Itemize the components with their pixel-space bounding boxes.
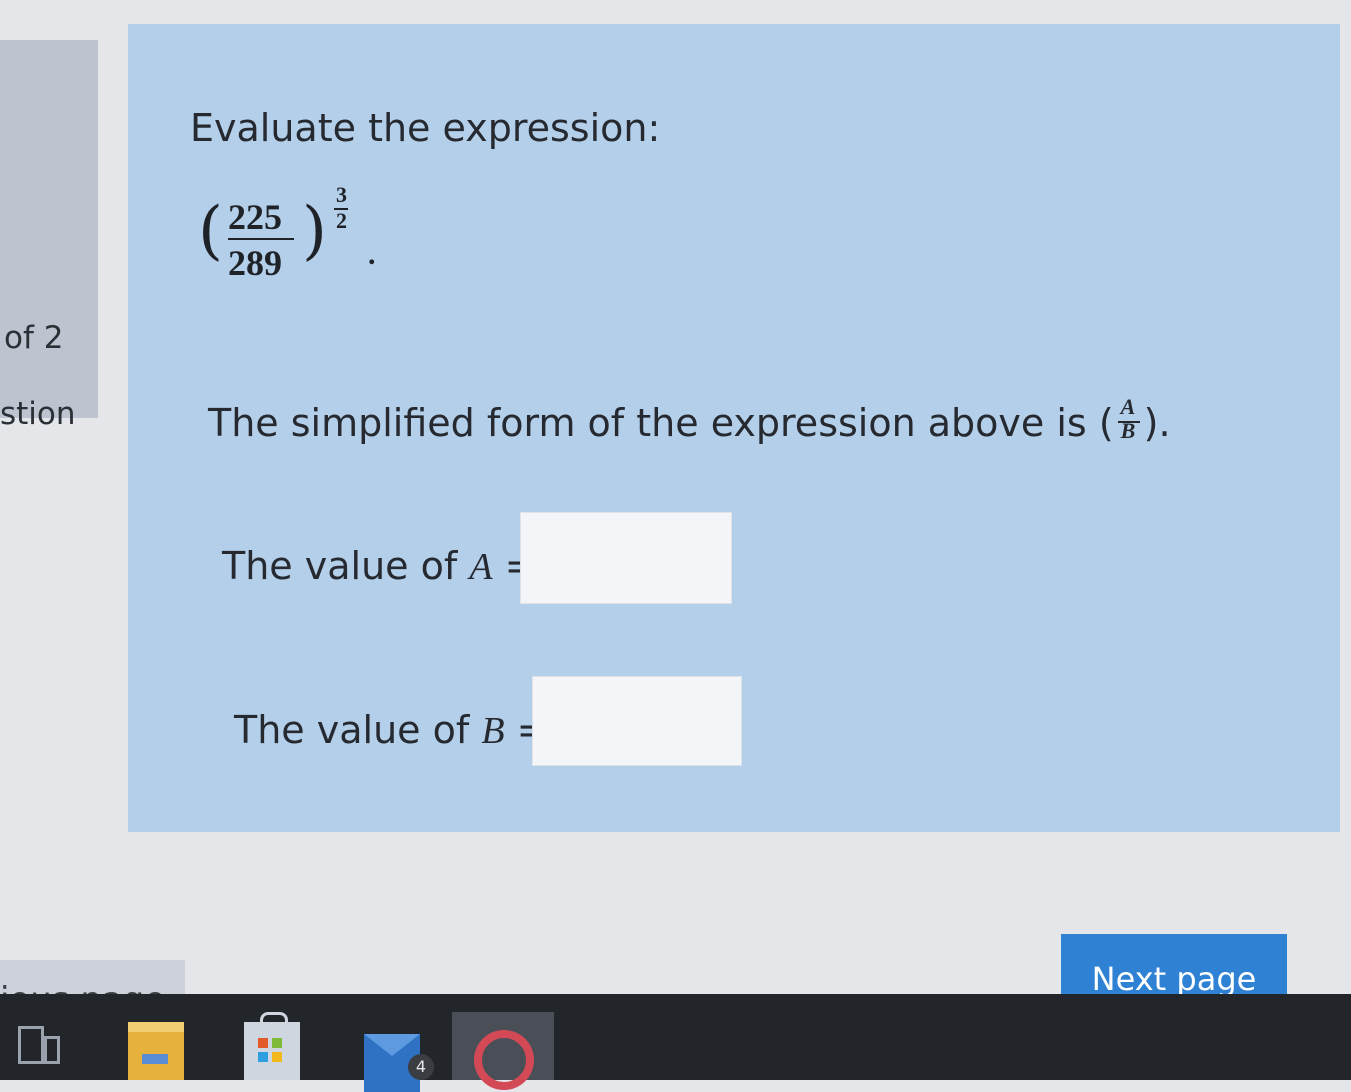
exponent-denominator: 2 (336, 208, 347, 233)
next-page-button[interactable]: Next page (1061, 934, 1287, 996)
question-heading: Evaluate the expression: (190, 106, 661, 150)
value-a-label: The value of A = (222, 544, 537, 589)
store-logo-square-icon (272, 1052, 282, 1062)
folder-strip-icon (142, 1054, 168, 1064)
fraction-a: A (1120, 394, 1136, 419)
a-over-b-fraction: AB (1114, 394, 1144, 444)
value-b-input[interactable] (532, 676, 742, 766)
value-a-variable: A (469, 546, 493, 588)
fraction-b: B (1120, 418, 1136, 443)
math-expression: ( 225 289 ) 3 2 . (198, 182, 398, 304)
fraction-denominator: 289 (228, 243, 282, 283)
mail-flap-icon (364, 1034, 420, 1056)
value-b-variable: B (481, 710, 505, 752)
task-view-pane-icon (18, 1026, 44, 1064)
left-paren: ( (198, 194, 223, 268)
task-view-pane-icon (44, 1036, 60, 1064)
mail-badge: 4 (408, 1054, 434, 1080)
simplified-close-paren: ). (1143, 401, 1171, 445)
value-b-prefix: The value of (234, 708, 470, 752)
value-a-prefix: The value of (222, 544, 458, 588)
right-paren: ) (302, 194, 327, 268)
page-count: of 2 (4, 320, 64, 356)
simplified-text: The simplified form of the expression ab… (208, 401, 1087, 445)
fraction-numerator: 225 (228, 197, 282, 237)
store-bag-handle-icon (260, 1012, 288, 1027)
simplified-open-paren: ( (1098, 401, 1114, 445)
question-label: stion (0, 396, 76, 432)
question-nav-panel: of 2 stion (0, 40, 98, 432)
value-b-label: The value of B = (234, 708, 549, 753)
file-explorer-icon[interactable] (128, 1022, 184, 1080)
store-logo-square-icon (258, 1038, 268, 1048)
question-panel: Evaluate the expression: ( 225 289 ) 3 2… (128, 24, 1340, 832)
store-icon[interactable] (244, 1012, 300, 1080)
expression-period: . (368, 238, 376, 271)
store-logo-square-icon (258, 1052, 268, 1062)
simplified-statement: The simplified form of the expression ab… (208, 394, 1171, 445)
opera-icon[interactable] (474, 1030, 534, 1090)
taskbar: 4 (0, 994, 1351, 1092)
exponent-numerator: 3 (336, 182, 347, 207)
store-logo-square-icon (272, 1038, 282, 1048)
fraction-bar (228, 238, 294, 240)
value-a-input[interactable] (520, 512, 732, 604)
task-view-icon[interactable] (10, 1022, 64, 1080)
